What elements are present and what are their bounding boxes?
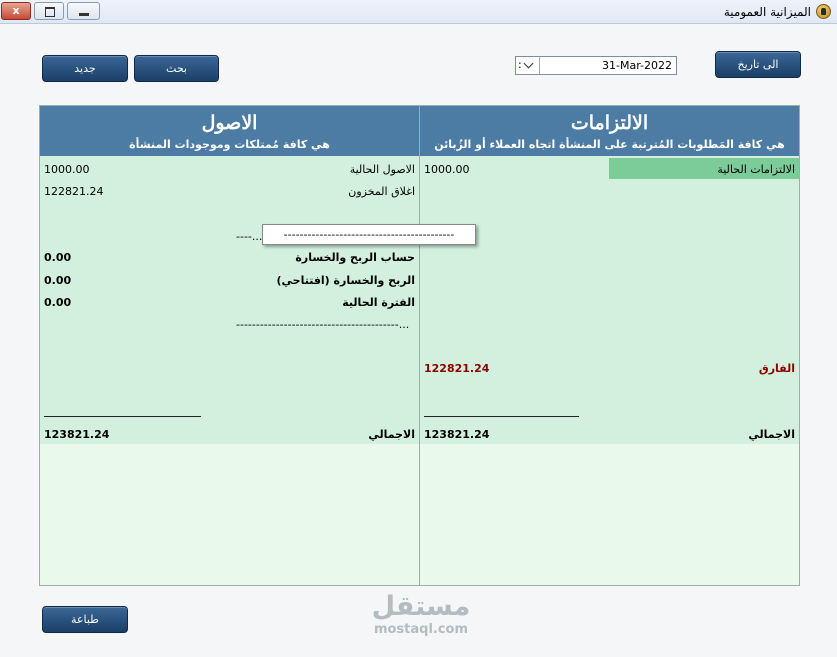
assets-total-rule [44,416,201,417]
current-period-value: 0.00 [44,296,72,309]
date-picker[interactable]: : 31-Mar-2022 [515,56,677,75]
liabilities-header: الالتزامات هي كافة المَطلوبات المُترتبة … [420,106,799,156]
assets-subtitle: هي كافة مُمتلكات وموجودات المنشأة [129,138,330,151]
close-button[interactable]: x [1,2,31,20]
assets-title: الاصول [201,112,258,134]
assets-separator-2: ----------------------------------------… [236,318,410,331]
print-button[interactable]: طباعة [42,606,128,633]
closing-stock-label: اغلاق المخزون [348,185,415,198]
current-period-label: الفترة الحالية [342,296,415,309]
app-lock-icon [816,4,831,19]
search-button[interactable]: بحث [134,55,219,82]
assets-separator: ----... [236,230,263,243]
watermark-latin: mostaql.com [373,622,469,637]
liabilities-total-label: الاجمالي [748,428,795,441]
assets-total-value: 123821.24 [44,428,110,441]
liabilities-total-rule [424,416,579,417]
date-value: 31-Mar-2022 [602,59,672,72]
assets-current-value: 1000.00 [44,163,90,176]
minimize-button[interactable] [67,2,100,20]
liabilities-current-value: 1000.00 [424,163,470,176]
liabilities-current-label: الالتزامات الحالية [717,163,795,176]
watermark-arabic: مستقل [371,591,471,622]
balance-grid: الاصول هي كافة مُمتلكات وموجودات المنشأة… [39,105,800,586]
date-spin-label: : [518,58,522,71]
restore-button[interactable] [34,2,64,20]
title-bar: الميزانية العمومية x [0,0,837,24]
liabilities-title: الالتزامات [570,112,649,134]
separator-tooltip: ----------------------------------------… [262,224,476,245]
assets-total-label: الاجمالي [368,428,415,441]
watermark-logo: مستقل mostaql.com [366,591,476,637]
balance-sheet-form: جديد بحث : 31-Mar-2022 الى تاريخ الاصول … [0,24,837,657]
difference-label: الفارق [758,362,795,375]
pl-opening-value: 0.00 [44,274,72,287]
window-title: الميزانية العمومية [723,5,811,19]
assets-header: الاصول هي كافة مُمتلكات وموجودات المنشأة [40,106,419,156]
assets-current-label: الاصول الحالية [349,163,415,176]
pl-account-value: 0.00 [44,251,72,264]
new-button[interactable]: جديد [42,55,128,82]
liabilities-subtitle: هي كافة المَطلوبات المُترتبة على المنشأة… [434,138,785,151]
to-date-button[interactable]: الى تاريخ [715,51,801,78]
chevron-down-icon [523,58,534,69]
liabilities-total-value: 123821.24 [424,428,490,441]
pl-account-label: حساب الربح والخسارة [295,251,415,264]
column-divider [419,106,420,585]
pl-opening-label: الربح والخسارة (افتتاحي) [276,274,415,287]
date-dropdown-toggle[interactable]: : [516,57,540,74]
closing-stock-value: 122821.24 [44,185,104,198]
difference-value: 122821.24 [424,362,490,375]
